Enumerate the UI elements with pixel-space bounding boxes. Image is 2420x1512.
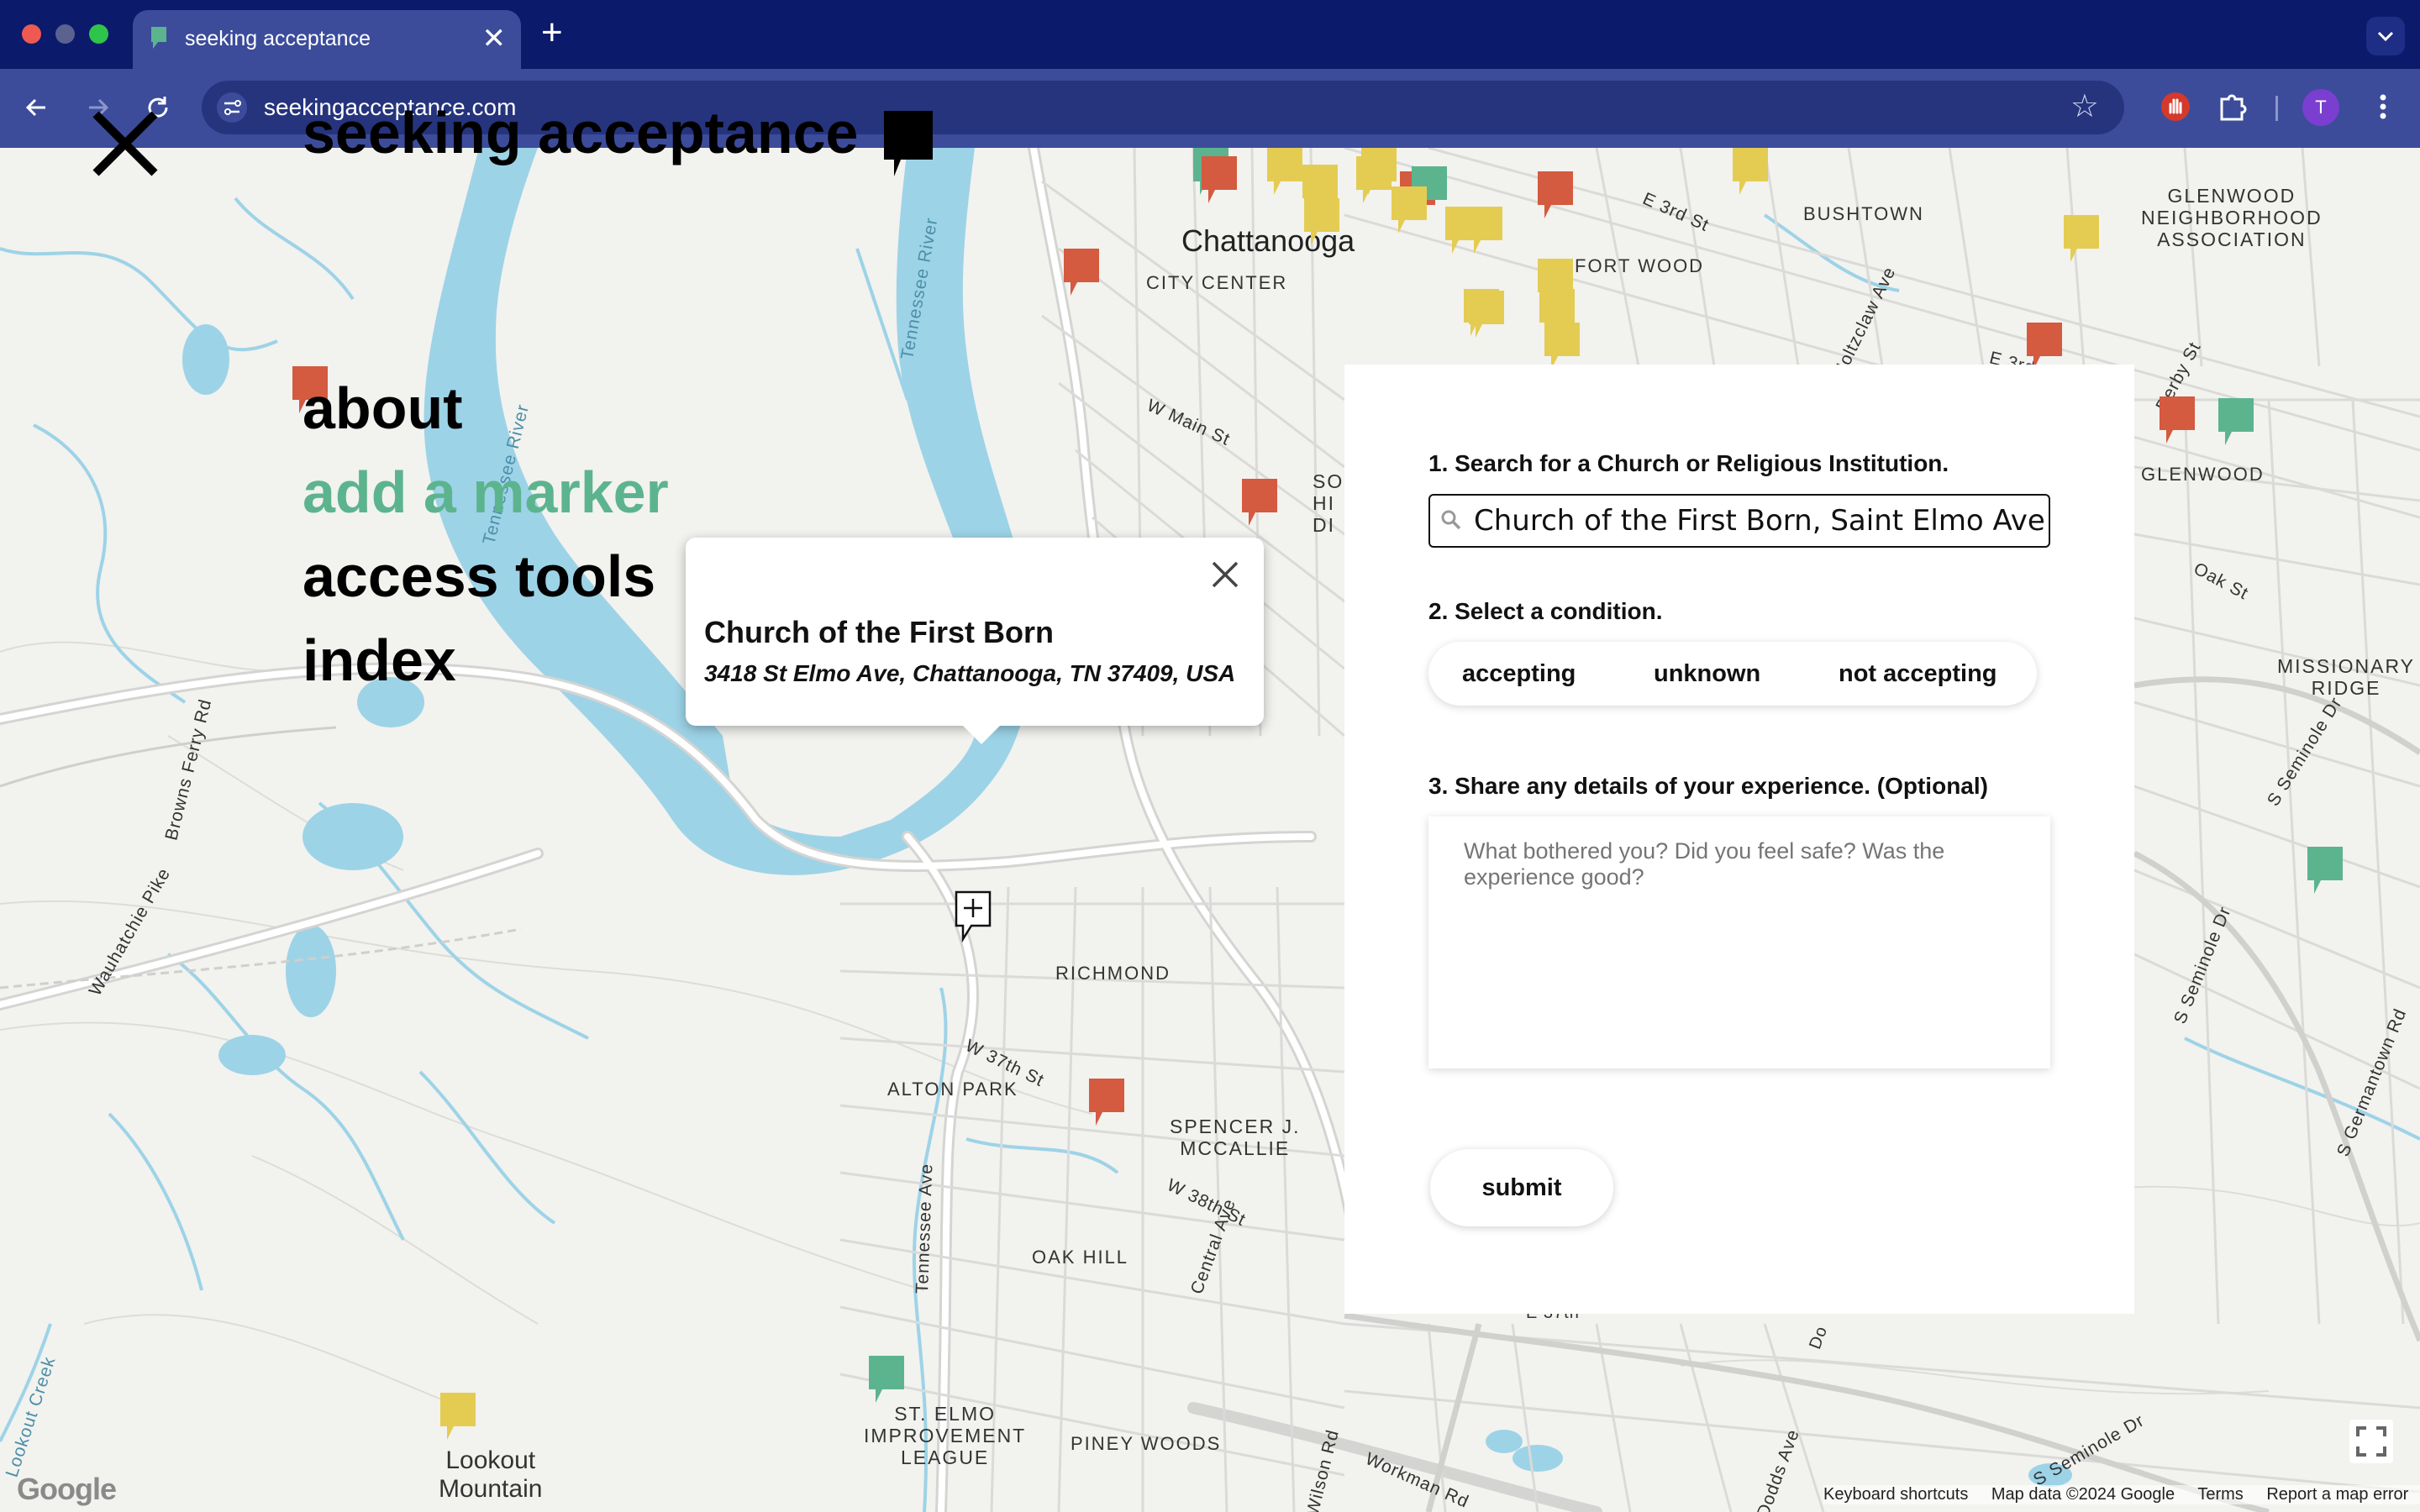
fullscreen-icon[interactable] (2349, 1420, 2393, 1463)
profile-avatar[interactable]: T (2302, 89, 2339, 126)
terms-link[interactable]: Terms (2197, 1485, 2243, 1504)
marker-flag-icon[interactable] (1304, 198, 1339, 247)
place-infowindow: Church of the First Born 3418 St Elmo Av… (686, 538, 1264, 744)
condition-not-accepting[interactable]: not accepting (1839, 660, 1997, 688)
step-1-label: 1. Search for a Church or Religious Inst… (1428, 450, 1949, 476)
church-search-box[interactable] (1428, 494, 2050, 548)
brand-marker-icon (884, 111, 933, 176)
marker-flag-icon[interactable] (2064, 215, 2099, 264)
marker-flag-icon[interactable] (1064, 249, 1099, 297)
map-label-lookout-mountain: Lookout Mountain (439, 1446, 543, 1503)
marker-flag-icon[interactable] (1242, 479, 1277, 528)
chevron-down-icon (2377, 31, 2394, 42)
tab-title: seeking acceptance (185, 27, 371, 50)
window-close-button[interactable] (22, 24, 41, 44)
marker-flag-icon[interactable] (1733, 148, 1768, 197)
window-minimize-button[interactable] (55, 24, 75, 44)
map-label-missionary-ridge: MISSIONARY RIDGE (2277, 655, 2415, 699)
marker-flag-icon[interactable] (1538, 171, 1573, 220)
menu-about[interactable]: about (302, 375, 463, 442)
menu-add-a-marker[interactable]: add a marker (302, 459, 669, 526)
marker-flag-icon[interactable] (1356, 156, 1392, 205)
step-2-label: 2. Select a condition. (1428, 598, 1663, 624)
map-label-city-center: CITY CENTER (1146, 272, 1288, 293)
map-label-spencer-mccallie: SPENCER J. MCCALLIE (1170, 1116, 1301, 1159)
marker-flag-icon[interactable] (2218, 398, 2254, 447)
toolbar-divider (2275, 96, 2278, 121)
extension-hand-icon[interactable] (2156, 87, 2195, 126)
condition-accepting[interactable]: accepting (1462, 660, 1576, 688)
menu-index[interactable]: index (302, 627, 456, 694)
site-info-icon[interactable] (217, 92, 247, 123)
favicon-icon (151, 27, 166, 49)
tab-close-icon[interactable]: ✕ (482, 22, 507, 55)
submit-button[interactable]: submit (1430, 1149, 1613, 1226)
marker-flag-icon[interactable] (1467, 207, 1502, 255)
condition-selector: accepting unknown not accepting (1428, 642, 2037, 706)
keyboard-shortcuts-link[interactable]: Keyboard shortcuts (1823, 1485, 1968, 1504)
extensions-puzzle-icon[interactable] (2213, 87, 2252, 126)
map-data-text: Map data ©2024 Google (1991, 1485, 2175, 1504)
selected-location-pin-icon[interactable] (955, 890, 993, 942)
condition-unknown[interactable]: unknown (1654, 660, 1760, 688)
map-label-glenwood: GLENWOOD (2141, 464, 2265, 485)
map-label-bushtown: BUSHTOWN (1803, 203, 1924, 224)
report-map-error-link[interactable]: Report a map error (2266, 1485, 2408, 1504)
site-title[interactable]: seeking acceptance (302, 99, 858, 166)
close-menu-icon[interactable] (91, 109, 160, 178)
map-attribution: Keyboard shortcuts Map data ©2024 Google… (1823, 1485, 2420, 1504)
map-label-alton-park: ALTON PARK (887, 1079, 1018, 1100)
back-arrow-icon[interactable] (20, 91, 54, 124)
new-tab-button[interactable]: + (541, 12, 563, 54)
google-logo: Google (17, 1472, 117, 1506)
add-marker-panel: 1. Search for a Church or Religious Inst… (1344, 365, 2134, 1314)
marker-flag-icon[interactable] (1267, 148, 1302, 197)
marker-flag-icon[interactable] (869, 1356, 904, 1404)
map-label-oak-hill: OAK HILL (1032, 1247, 1129, 1268)
marker-flag-icon[interactable] (1469, 291, 1504, 339)
map-label-southside: SO HI DI (1313, 470, 1344, 536)
marker-flag-icon[interactable] (1392, 186, 1427, 235)
window-zoom-button[interactable] (89, 24, 108, 44)
infowindow-close-icon[interactable] (1210, 559, 1240, 590)
marker-flag-icon[interactable] (440, 1393, 476, 1441)
browser-tab-bar: seeking acceptance ✕ + (0, 0, 2420, 69)
tab-search-button[interactable] (2366, 17, 2405, 55)
infowindow-title: Church of the First Born (704, 615, 1054, 649)
map-label-fort-wood: FORT WOOD (1575, 255, 1705, 276)
church-search-input[interactable] (1474, 496, 2045, 546)
marker-flag-icon[interactable] (1202, 156, 1237, 205)
experience-details-field[interactable] (1428, 816, 2050, 1068)
map-label-st-elmo: ST. ELMO IMPROVEMENT LEAGUE (864, 1403, 1027, 1468)
bookmark-star-icon[interactable]: ☆ (2070, 87, 2099, 125)
marker-flag-icon[interactable] (2307, 847, 2343, 895)
browser-tab[interactable]: seeking acceptance ✕ (133, 10, 521, 69)
marker-flag-icon[interactable] (2160, 396, 2195, 445)
map-label-richmond: RICHMOND (1055, 963, 1171, 984)
step-3-label: 3. Share any details of your experience.… (1428, 773, 1988, 799)
kebab-menu-icon[interactable] (2366, 87, 2400, 126)
map-label-piney-woods: PINEY WOODS (1071, 1433, 1222, 1454)
menu-access-tools[interactable]: access tools (302, 543, 655, 610)
marker-flag-icon[interactable] (1089, 1079, 1124, 1127)
map-label-glenwood-association: GLENWOOD NEIGHBORHOOD ASSOCIATION (2141, 185, 2323, 250)
search-icon (1441, 510, 1461, 530)
infowindow-address: 3418 St Elmo Ave, Chattanooga, TN 37409,… (704, 660, 1236, 686)
